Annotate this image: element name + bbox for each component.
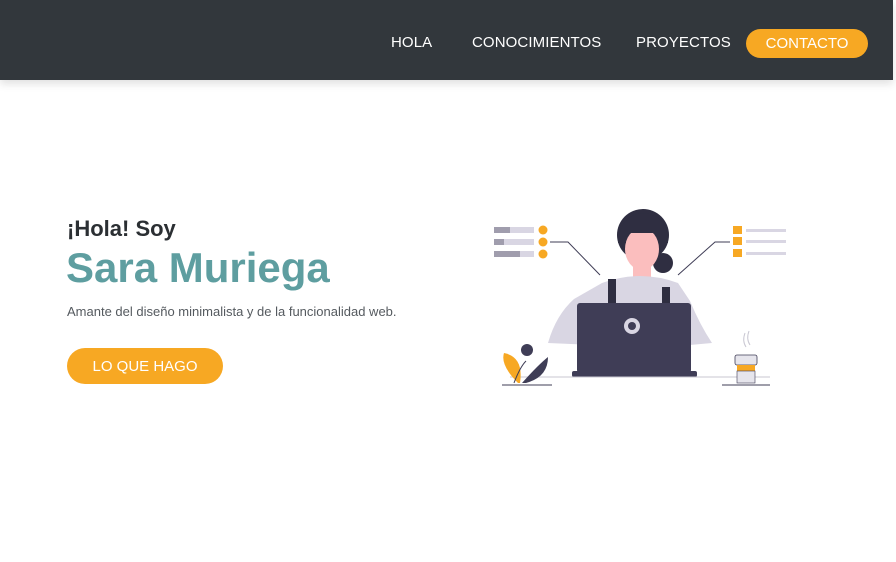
hero-tagline: Amante del diseño minimalista y de la fu… bbox=[67, 304, 397, 319]
right-list-icon bbox=[677, 226, 786, 276]
woman-at-laptop-illustration bbox=[494, 209, 786, 386]
top-navbar: HOLA CONOCIMIENTOS PROYECTOS CONTACTO bbox=[0, 0, 893, 80]
contact-button[interactable]: CONTACTO bbox=[746, 29, 868, 58]
nav-link-conocimientos[interactable]: CONOCIMIENTOS bbox=[472, 34, 601, 51]
nav-link-proyectos[interactable]: PROYECTOS bbox=[636, 34, 731, 51]
laptop-icon bbox=[572, 303, 697, 377]
left-list-icon bbox=[494, 225, 601, 276]
nav-link-hola[interactable]: HOLA bbox=[391, 34, 432, 51]
hero-name: Sara Muriega bbox=[66, 244, 330, 291]
plant-icon bbox=[502, 344, 552, 386]
what-i-do-button[interactable]: LO QUE HAGO bbox=[67, 348, 223, 384]
hero-greeting: ¡Hola! Soy bbox=[67, 216, 176, 241]
